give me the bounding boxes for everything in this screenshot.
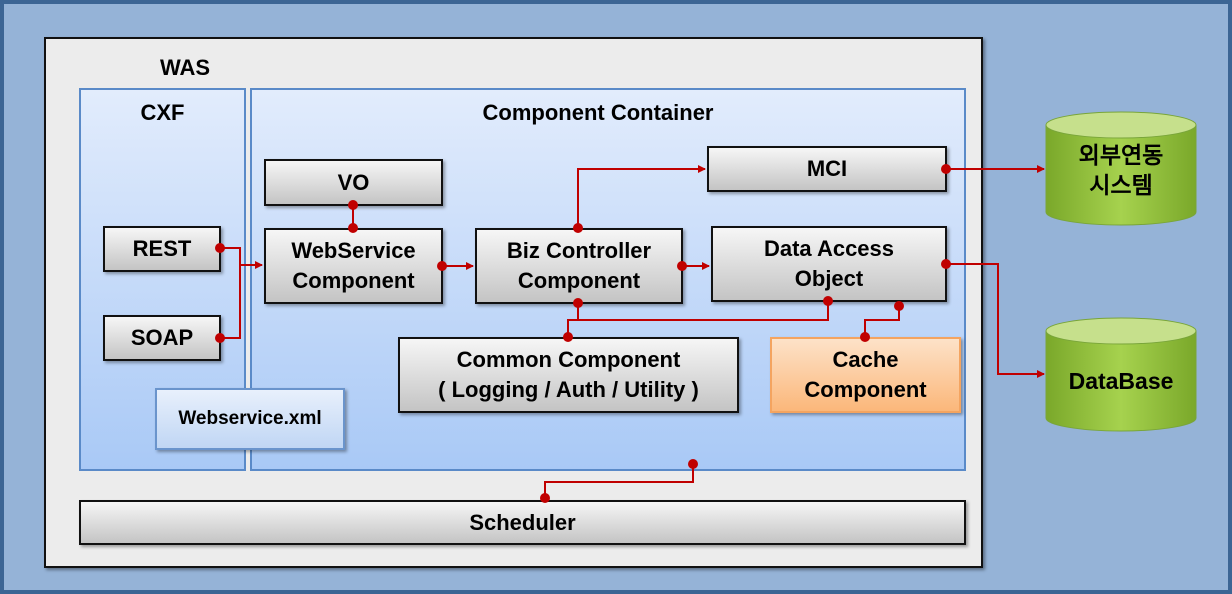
- database-label: DataBase: [1068, 368, 1174, 394]
- connector-common: [567, 301, 829, 337]
- connector-scheduler: [544, 464, 694, 498]
- arrow-biz-mci: [577, 165, 706, 228]
- connector-dots: [215, 164, 951, 503]
- text-line: 외부연동: [1078, 142, 1164, 168]
- text-line: 시스템: [1089, 172, 1153, 198]
- connector-cache: [864, 306, 900, 337]
- external-system-label: 외부연동시스템: [1046, 138, 1196, 202]
- arrow-dao-database: [946, 263, 1045, 378]
- connector-rest-soap: [220, 247, 241, 339]
- connectors: [215, 111, 1197, 503]
